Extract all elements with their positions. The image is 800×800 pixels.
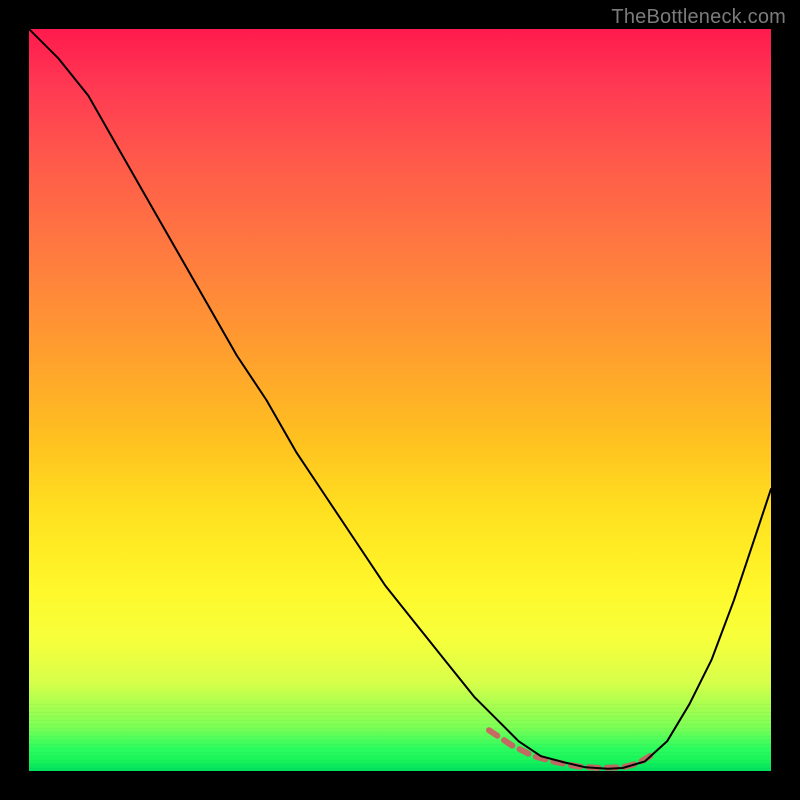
bottleneck-curve-line — [29, 29, 771, 769]
watermark-text: TheBottleneck.com — [611, 6, 786, 29]
chart-plot-area — [29, 29, 771, 771]
chart-svg — [29, 29, 771, 771]
